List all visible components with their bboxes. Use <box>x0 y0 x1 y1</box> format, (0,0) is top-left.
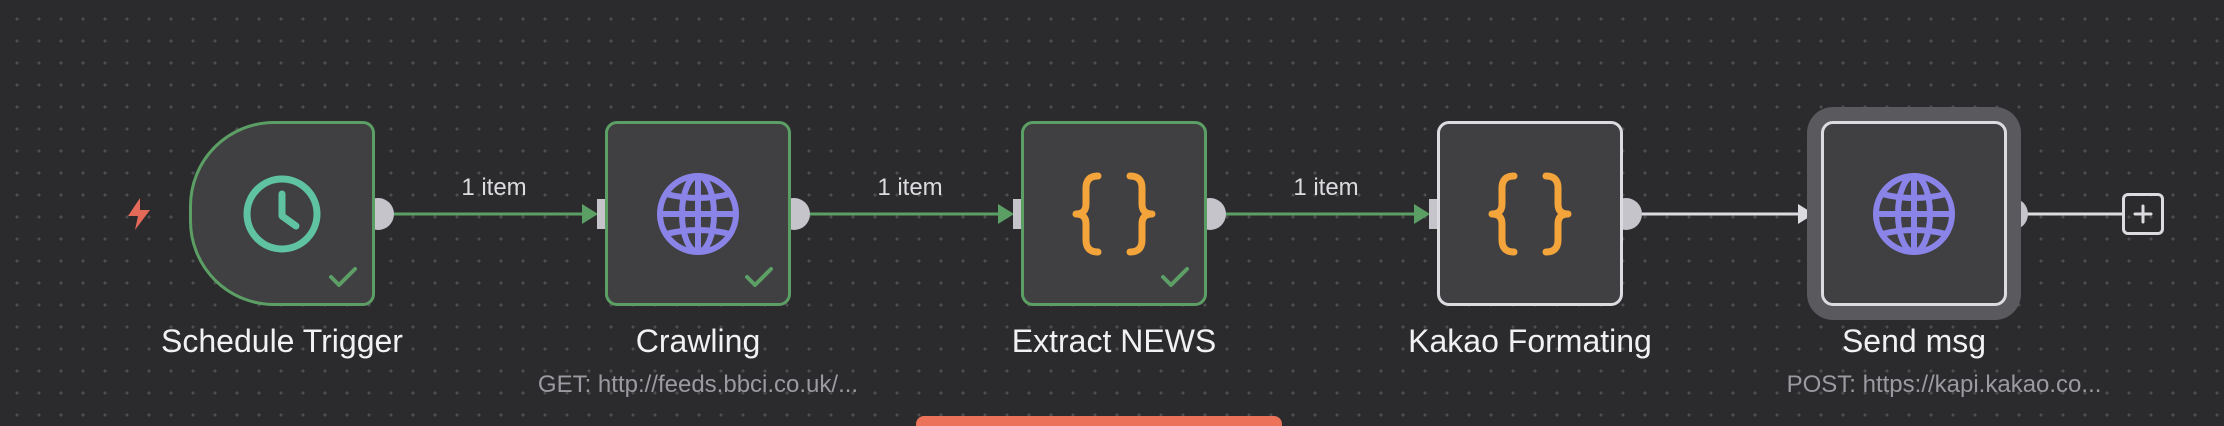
globe-icon <box>657 172 739 255</box>
node-label: Schedule Trigger <box>161 323 403 359</box>
node-subtitle: POST: https://kapi.kakao.co... <box>1786 371 2102 398</box>
clock-icon <box>243 175 321 252</box>
add-node-button[interactable] <box>2122 193 2164 235</box>
node-label: Extract NEWS <box>1011 323 1217 359</box>
success-check-icon <box>1161 267 1189 287</box>
connection-item-count: 1 item <box>877 174 943 201</box>
connection-arrow <box>1414 204 1430 224</box>
node-crawling[interactable] <box>605 121 791 306</box>
success-check-icon <box>329 267 357 287</box>
node-extract-news[interactable] <box>1021 121 1207 306</box>
code-braces-icon <box>1488 172 1572 255</box>
globe-icon <box>1873 172 1955 255</box>
node-schedule-trigger[interactable] <box>189 121 375 306</box>
workflow-canvas[interactable]: 1 item 1 item 1 item Schedule Trigger Cr… <box>0 0 2224 426</box>
execute-workflow-button[interactable] <box>916 416 1282 426</box>
connection-arrow <box>582 204 598 224</box>
node-subtitle: GET: http://feeds.bbci.co.uk/... <box>537 371 859 398</box>
node-label: Send msg <box>1841 323 1987 359</box>
connection-arrow <box>1798 204 1814 224</box>
connection-item-count: 1 item <box>1293 174 1359 201</box>
connection-arrow <box>998 204 1014 224</box>
connection-item-count: 1 item <box>461 174 527 201</box>
node-label: Crawling <box>635 323 761 359</box>
success-check-icon <box>745 267 773 287</box>
lightning-bolt-icon <box>128 198 150 230</box>
node-send-msg[interactable] <box>1821 121 2007 306</box>
plus-icon <box>2133 204 2153 224</box>
node-kakao-formating[interactable] <box>1437 121 1623 306</box>
code-braces-icon <box>1072 172 1156 255</box>
node-label: Kakao Formating <box>1408 323 1652 359</box>
